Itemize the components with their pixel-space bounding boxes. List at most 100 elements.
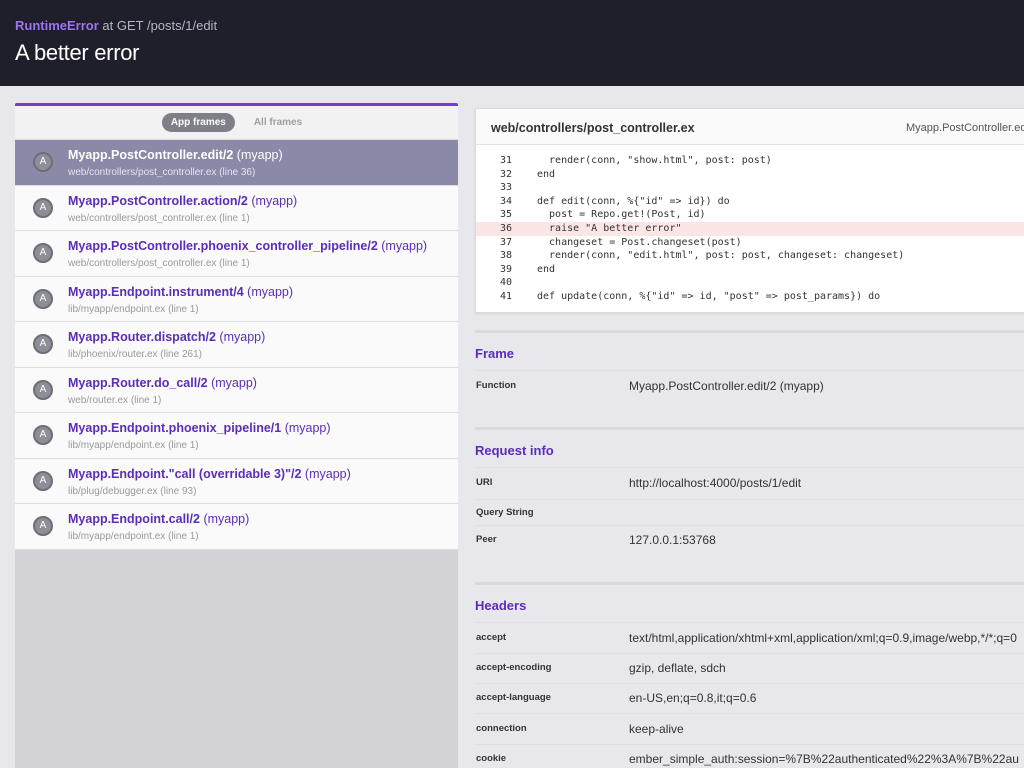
frame-title: Myapp.Endpoint.instrument/4 (myapp) [68,285,293,299]
stack-frame[interactable]: A Myapp.PostController.edit/2 (myapp) we… [15,140,458,186]
row-divider [475,370,1024,371]
line-number: 37 [500,236,513,248]
stack-frame[interactable]: A Myapp.Endpoint.call/2 (myapp) lib/myap… [15,504,458,550]
line-source: end [537,168,556,180]
frame-location: web/controllers/post_controller.ex (line… [68,258,250,269]
line-number: 35 [500,209,513,221]
line-number: 34 [500,195,513,207]
detail-value: 127.0.0.1:53768 [629,533,716,547]
frame-location: lib/phoenix/router.ex (line 261) [68,349,202,360]
request-section-title: Request info [475,443,554,458]
detail-key: accept [476,632,507,643]
frame-location: web/controllers/post_controller.ex (line… [68,212,250,224]
detail-value: http://localhost:4000/posts/1/edit [629,476,802,490]
frame-app: (myapp) [215,330,266,344]
stack-frame[interactable]: A Myapp.Endpoint."call (overridable 3)"/… [15,458,458,504]
error-header: RuntimeError at GET /posts/1/edit A bett… [0,0,1024,86]
line-number: 41 [500,290,513,302]
code-line: 35 post = Repo.get!(Post, id) [476,208,1024,222]
error-context: at GET /posts/1/edit [98,18,218,33]
row-divider [475,499,1024,500]
tab-all-frames[interactable]: All frames [245,113,311,132]
detail-key: accept-language [476,692,551,703]
row-divider [475,713,1024,714]
line-number: 36 [500,222,513,234]
frame-function: Myapp.PostController.action/2 [68,193,248,208]
line-source: render(conn, "edit.html", post: post, ch… [537,250,905,262]
frame-function: Myapp.PostController.edit/2 [68,148,234,162]
row-divider [475,467,1024,468]
detail-key: URI [476,477,493,488]
detail-value: text/html,application/xhtml+xml,applicat… [629,631,1017,645]
code-line: 38 render(conn, "edit.html", post: post,… [476,249,1024,263]
stack-frame[interactable]: A Myapp.Router.dispatch/2 (myapp) lib/ph… [15,322,458,368]
line-source: render(conn, "show.html", post: post) [537,155,772,166]
code-snippet-panel: web/controllers/post_controller.ex Myapp… [475,108,1024,313]
frame-function: Myapp.Router.dispatch/2 [68,330,216,344]
code-module-name: Myapp.PostController.edit/ [906,122,1024,134]
detail-value: ember_simple_auth:session=%7B%22authenti… [629,752,1019,766]
frame-function: Myapp.Router.do_call/2 [68,375,208,390]
frame-app: (myapp) [281,421,331,435]
stack-frame[interactable]: A Myapp.PostController.phoenix_controlle… [15,231,458,277]
code-line: 33 [476,181,1024,195]
row-divider [475,622,1024,623]
tab-app-frames[interactable]: App frames [161,113,235,132]
frame-function: Myapp.Endpoint.instrument/4 [68,284,244,299]
app-frame-badge-icon: A [33,425,53,445]
row-divider [475,683,1024,684]
frame-app: (myapp) [377,239,428,253]
code-line: 37 changeset = Post.changeset(post) [476,236,1024,250]
app-frame-badge-icon: A [33,379,53,400]
line-source: def update(conn, %{"id" => id, "post" =>… [537,290,881,302]
row-divider [475,525,1024,526]
stack-frame[interactable]: A Myapp.PostController.action/2 (myapp) … [15,185,458,231]
stack-frame[interactable]: A Myapp.Endpoint.instrument/4 (myapp) li… [15,276,458,322]
app-frame-badge-icon: A [33,288,53,309]
detail-key: Query String [476,507,534,518]
app-frame-badge-icon: A [33,152,53,172]
section-divider [475,427,1024,430]
frame-app: (myapp) [233,148,283,162]
app-frame-badge-icon: A [33,516,53,536]
stack-frame[interactable]: A Myapp.Endpoint.phoenix_pipeline/1 (mya… [15,413,458,459]
detail-key: cookie [476,753,507,764]
line-source: post = Repo.get!(Post, id) [537,209,706,221]
code-line: 34 def edit(conn, %{"id" => id}) do [476,195,1024,209]
app-frame-badge-icon: A [33,243,53,263]
line-source: end [537,263,556,275]
detail-key: accept-encoding [476,662,552,673]
frame-location: lib/myapp/endpoint.ex (line 1) [68,531,199,542]
frame-location: lib/plug/debugger.ex (line 93) [68,485,197,497]
error-message: A better error [15,40,140,65]
stack-frame[interactable]: A Myapp.Router.do_call/2 (myapp) web/rou… [15,367,458,413]
frame-title: Myapp.Endpoint.call/2 (myapp) [68,512,249,526]
code-header: web/controllers/post_controller.ex Myapp… [476,109,1024,145]
line-number: 40 [500,277,513,289]
stack-frames-panel: App frames All frames A Myapp.PostContro… [15,103,458,768]
frame-function: Myapp.Endpoint.phoenix_pipeline/1 [68,421,282,435]
code-line: 41 def update(conn, %{"id" => id, "post" … [476,290,1024,304]
code-line: 31 render(conn, "show.html", post: post) [476,154,1024,168]
frame-title: Myapp.PostController.action/2 (myapp) [68,194,297,208]
frame-app: (myapp) [247,193,298,208]
frame-function: Myapp.Endpoint."call (overridable 3)"/2 [68,466,302,481]
frame-function: Myapp.PostController.phoenix_controller_… [68,239,378,253]
detail-value: en-US,en;q=0.8,it;q=0.6 [629,691,757,705]
detail-key: Peer [476,534,497,545]
detail-value: keep-alive [629,722,684,736]
line-number: 38 [500,250,513,262]
section-divider [475,330,1024,333]
frame-filter-tabs: App frames All frames [15,106,458,140]
frame-title: Myapp.PostController.edit/2 (myapp) [68,148,283,162]
code-line-highlighted: 36 raise "A better error" [476,221,1024,236]
frame-section-title: Frame [475,346,515,361]
line-number: 39 [500,263,513,275]
line-source: def edit(conn, %{"id" => id}) do [537,195,730,207]
frame-title: Myapp.Router.dispatch/2 (myapp) [68,330,265,344]
frame-app: (myapp) [199,512,250,526]
code-file-path[interactable]: web/controllers/post_controller.ex [491,121,695,135]
row-divider [475,744,1024,745]
error-summary: RuntimeError at GET /posts/1/edit [15,18,217,33]
line-source: raise "A better error" [537,222,682,234]
